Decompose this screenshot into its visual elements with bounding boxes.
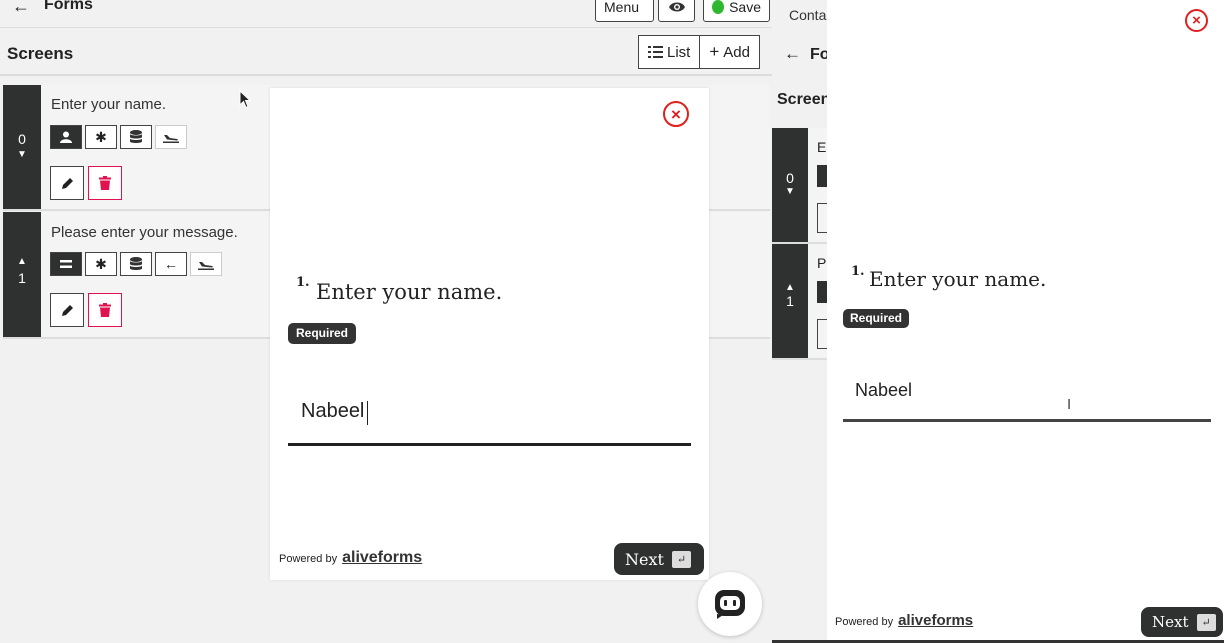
next-button[interactable]: Next ↵ [614,543,704,575]
screen-index: 1 [18,270,26,286]
editor-topbar: ← Forms Menu Save [0,0,772,28]
powered-by-label: Powered by [835,616,894,628]
screen-index: 0 [786,170,794,186]
caret-up-icon[interactable]: ▲ [3,212,41,267]
powered-by: Powered by aliveforms [279,549,422,567]
list-button[interactable]: List [638,35,701,69]
next-button[interactable]: Next ↵ [1141,607,1223,637]
screens-header: Screens List + Add [0,30,772,76]
trash-icon [99,303,111,317]
app-root: ← Forms Menu Save Screens List + Add 0 ▼… [0,0,1224,643]
screen-tags: ✱ [50,125,187,149]
form-preview-sheet: × 1. Enter your name. Required Nabeel I … [827,0,1224,640]
view-button-group: List + Add [638,35,760,69]
brand-logo[interactable]: aliveforms [342,549,422,567]
screen-text: Please enter your message. [51,224,238,241]
pencil-icon [61,304,73,316]
next-label: Next [625,549,664,569]
trash-icon [99,176,111,190]
caret-down-icon: ▼ [785,186,795,197]
save-status-dot [712,0,725,14]
edit-button[interactable] [50,293,84,327]
preview-button[interactable] [658,0,695,22]
asterisk-icon[interactable]: ✱ [85,125,117,149]
menu-button[interactable]: Menu [595,0,654,22]
screen-move-handle: 0 ▼ [772,128,808,242]
eye-icon [668,2,685,12]
answer-value: Nabeel [301,400,365,422]
plane-landing-icon[interactable] [190,252,222,276]
enter-key-icon: ↵ [1196,613,1216,631]
question-title: Enter your name. [869,267,1047,291]
form-preview-modal: × 1. Enter your name. Required Nabeel Po… [270,88,709,580]
screen-text: Enter your name. [51,96,167,113]
powered-by: Powered by aliveforms [835,612,973,629]
menu-label: Menu [604,0,640,15]
screen-move-handle[interactable]: 0 ▼ [3,85,41,209]
text-cursor-icon: I [1067,396,1072,413]
screen-text-fragment: P [817,255,827,271]
text-cursor [367,401,368,425]
chat-widget-button[interactable] [698,572,762,636]
caret-down-icon[interactable]: ▼ [3,149,41,160]
screen-move-handle[interactable]: ▲ 1 [3,212,41,337]
screen-index: 1 [786,293,794,309]
question-title: Enter your name. [316,280,503,304]
screen-actions [50,166,122,200]
arrow-left-icon[interactable]: ← [784,44,801,64]
mouse-pointer-icon [239,90,251,109]
contact-tab-fragment: Conta [789,7,827,23]
page-title: Forms [44,0,93,13]
edit-button[interactable] [50,166,84,200]
add-screen-button[interactable]: + Add [700,35,760,69]
arrow-left-icon[interactable]: ← [12,0,30,17]
close-icon[interactable]: × [1185,9,1208,32]
arrow-left-icon[interactable]: ← [155,252,187,276]
asterisk-icon[interactable]: ✱ [85,252,117,276]
brand-logo[interactable]: aliveforms [898,612,973,629]
answer-field[interactable]: Nabeel I [843,370,1211,422]
screen-item-fragment: ▲ 1 P [772,244,832,360]
plane-landing-icon[interactable] [155,125,187,149]
required-badge: Required [843,309,910,328]
chat-icon [715,590,745,619]
save-label: Save [729,0,761,15]
screens-heading-fragment: Screen [777,91,831,108]
screen-move-handle: ▲ 1 [772,244,808,358]
pencil-icon [61,177,73,189]
equals-icon[interactable] [50,252,82,276]
answer-value: Nabeel [855,380,913,400]
add-label: Add [723,43,750,61]
close-icon[interactable]: × [663,101,689,127]
database-icon[interactable] [120,252,152,276]
plus-icon: + [709,42,720,61]
list-icon [648,46,663,58]
save-button[interactable]: Save [703,0,770,22]
delete-button[interactable] [88,293,122,327]
answer-field[interactable]: Nabeel [288,388,691,446]
screens-heading: Screens [7,44,74,63]
enter-key-icon: ↵ [671,550,692,568]
delete-button[interactable] [88,166,122,200]
powered-by-label: Powered by [279,553,338,565]
user-icon[interactable] [50,125,82,149]
database-icon[interactable] [120,125,152,149]
screen-index: 0 [18,131,26,147]
screen-tags: ✱ ← [50,252,222,276]
question-number: 1. [851,264,865,279]
required-badge: Required [288,323,357,344]
next-label: Next [1152,613,1189,631]
question-number: 1. [296,275,310,290]
caret-up-icon: ▲ [785,282,795,293]
screen-actions [50,293,122,327]
screen-item-fragment: 0 ▼ Er [772,128,832,244]
list-label: List [667,43,691,61]
